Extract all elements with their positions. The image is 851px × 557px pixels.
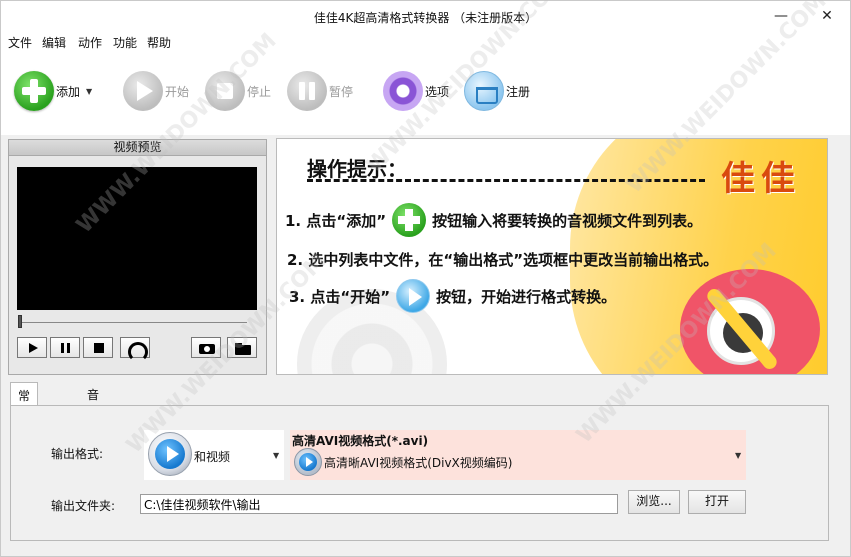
- register-button[interactable]: 注册: [464, 69, 530, 113]
- tip-step-3: 3. 点击“开始” 按钮，开始进行格式转换。: [289, 279, 616, 313]
- start-button[interactable]: 开始: [123, 69, 189, 113]
- title-bar[interactable]: 佳佳4K超高清格式转换器 （未注册版本） — ✕: [1, 1, 850, 31]
- video-format-icon: [294, 448, 322, 476]
- toolbar: 添加 ▼ 开始 停止 暂停 选项 注册: [1, 53, 850, 135]
- tip-step-2-text: 2. 选中列表中文件，在“输出格式”选项框中更改当前输出格式。: [287, 251, 719, 269]
- snapshot-button[interactable]: [191, 337, 221, 358]
- tab-advanced-settings[interactable]: 音视频高级设置: [80, 382, 106, 504]
- menu-action[interactable]: 动作: [78, 34, 102, 51]
- register-label: 注册: [506, 84, 531, 99]
- start-label: 开始: [165, 84, 190, 99]
- tip-step-2: 2. 选中列表中文件，在“输出格式”选项框中更改当前输出格式。: [287, 249, 718, 270]
- pause-label: 暂停: [329, 84, 354, 99]
- preview-loop-button[interactable]: [120, 337, 150, 362]
- tip-step-3-text-a: 3. 点击“开始”: [289, 287, 391, 306]
- play-icon: [123, 71, 163, 111]
- menu-file[interactable]: 文件: [8, 34, 32, 51]
- menu-bar: 文件 编辑 动作 功能 帮助: [1, 31, 850, 53]
- add-button[interactable]: 添加 ▼: [14, 69, 92, 113]
- tip-step-3-text-b: 按钮，开始进行格式转换。: [436, 287, 617, 306]
- open-folder-button[interactable]: [227, 337, 257, 358]
- add-icon: [392, 203, 427, 237]
- dropdown-arrow-icon[interactable]: ▼: [86, 87, 92, 96]
- play-icon: [396, 279, 431, 313]
- tips-heading: 操作提示：: [307, 157, 407, 181]
- open-button[interactable]: 打开: [688, 490, 746, 514]
- app-window: 佳佳4K超高清格式转换器 （未注册版本） — ✕ 文件 编辑 动作 功能 帮助 …: [0, 0, 851, 557]
- format-category-dropdown[interactable]: 和视频 ▼: [144, 430, 284, 480]
- play-icon: [18, 338, 46, 357]
- tip-step-1-text-a: 1. 点击“添加”: [285, 211, 387, 230]
- menu-edit[interactable]: 编辑: [42, 34, 66, 51]
- gear-icon: [383, 71, 423, 111]
- pause-icon: [51, 338, 79, 357]
- video-format-icon: [148, 432, 192, 476]
- stop-button[interactable]: 停止: [205, 69, 271, 113]
- minimize-button[interactable]: —: [758, 1, 804, 31]
- seek-track[interactable]: [19, 322, 247, 323]
- format-detail-dropdown[interactable]: 高清AVI视频格式(*.avi) 高清晰AVI视频格式(DivX视频编码) ▼: [290, 430, 746, 480]
- window-title: 佳佳4K超高清格式转换器 （未注册版本）: [313, 11, 538, 25]
- preview-pause-button[interactable]: [50, 337, 80, 358]
- output-folder-label: 输出文件夹:: [51, 499, 116, 513]
- tip-step-1: 1. 点击“添加” 按钮输入将要转换的音视频文件到列表。: [285, 203, 702, 237]
- format-category-label: 和视频: [194, 450, 231, 464]
- preview-title: 视频预览: [9, 140, 266, 156]
- operation-tips-banner: 操作提示： 佳佳 1. 点击“添加” 按钮输入将要转换的音视频文件到列表。 2.…: [276, 138, 828, 375]
- options-button[interactable]: 选项: [383, 69, 449, 113]
- folder-icon: [228, 338, 256, 357]
- video-screen: [17, 167, 257, 310]
- stop-icon: [84, 338, 112, 357]
- tip-step-1-text-b: 按钮输入将要转换的音视频文件到列表。: [432, 211, 703, 230]
- video-preview-panel: 视频预览: [8, 139, 267, 375]
- basket-icon: [464, 71, 504, 111]
- general-settings-panel: 输出格式: 和视频 ▼ 高清AVI视频格式(*.avi) 高清晰AVI视频格式(…: [10, 405, 829, 541]
- tab-general-settings[interactable]: 常规设置: [10, 382, 39, 454]
- preview-stop-button[interactable]: [83, 337, 113, 358]
- brand-logo-text: 佳佳: [721, 159, 801, 199]
- browse-button[interactable]: 浏览...: [628, 490, 680, 514]
- menu-help[interactable]: 帮助: [147, 34, 171, 51]
- format-title: 高清AVI视频格式(*.avi): [292, 434, 429, 448]
- chevron-down-icon: ▼: [735, 451, 742, 460]
- format-subtitle: 高清晰AVI视频格式(DivX视频编码): [324, 456, 513, 470]
- add-label: 添加: [56, 84, 81, 99]
- pause-button[interactable]: 暂停: [287, 69, 353, 113]
- pause-icon: [287, 71, 327, 111]
- options-label: 选项: [425, 84, 450, 99]
- add-icon: [14, 71, 54, 111]
- stop-label: 停止: [247, 84, 272, 99]
- output-folder-input[interactable]: [140, 494, 618, 514]
- loop-icon: [121, 338, 149, 362]
- seek-thumb[interactable]: [18, 315, 22, 328]
- camera-icon: [192, 338, 220, 357]
- preview-play-button[interactable]: [17, 337, 47, 358]
- close-button[interactable]: ✕: [804, 1, 850, 31]
- stop-icon: [205, 71, 245, 111]
- output-format-label: 输出格式:: [51, 447, 104, 461]
- chevron-down-icon: ▼: [273, 451, 280, 460]
- menu-function[interactable]: 功能: [113, 34, 137, 51]
- tips-divider: [307, 179, 705, 182]
